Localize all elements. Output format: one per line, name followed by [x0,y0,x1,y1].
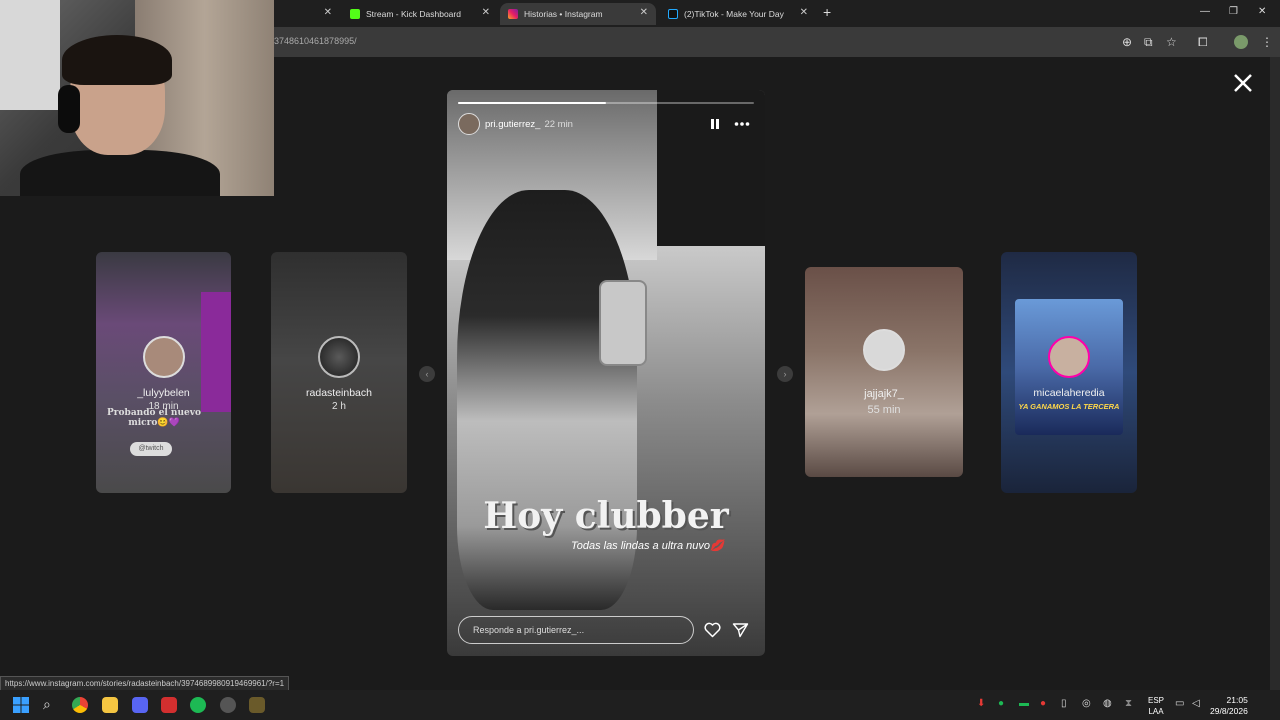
story-card-micaelaheredia[interactable]: micaelaheredia YA GANAMOS LA TERCERA [1001,252,1137,493]
discord-icon[interactable] [132,697,148,713]
story-avatar[interactable] [458,113,480,135]
zoom-icon[interactable]: ⊕ [1122,35,1132,49]
story-time: 2 h [332,401,346,412]
story-card-lulyybelen[interactable]: _lulyybelen 18 min Probando el nuevo mic… [96,252,231,493]
tab-close-icon[interactable]: ✕ [324,7,332,18]
story-overlay-text: Probando el nuevo micro😊💜 [107,408,201,428]
story-username: micaelaheredia [1033,387,1105,399]
game-icon[interactable] [249,697,265,713]
clock-date: 29/8/2026 [1210,706,1248,716]
story-background-tv [657,90,765,246]
instagram-icon [508,9,518,19]
poster-banner-text: YA GANAMOS LA TERCERA [1018,402,1120,411]
clock-time: 21:05 [1226,695,1248,705]
tab-title: (2)TikTok - Make Your Day [684,9,784,19]
search-icon[interactable]: ⌕ [43,696,51,713]
webcam-shirt [20,150,220,196]
next-story-arrow[interactable]: › [777,366,793,382]
restore-button[interactable]: ❐ [1229,6,1238,17]
minimize-button[interactable]: — [1200,6,1210,17]
avatar [1048,336,1090,378]
stories-viewer: _lulyybelen 18 min Probando el nuevo mic… [0,0,1270,690]
volume-icon[interactable]: ◁ [1192,698,1200,709]
story-title-text: Hoy clubber [483,495,729,537]
file-explorer-icon[interactable] [102,697,118,713]
heart-icon[interactable] [704,622,721,638]
story-time: 55 min [867,404,901,416]
main-story[interactable]: pri.gutierrez_ 22 min Hoy clubber Todas l… [447,90,765,656]
send-icon[interactable] [732,622,749,638]
tab-hidden[interactable]: ✕ [274,3,340,25]
windows-start-icon[interactable] [13,697,29,713]
twitch-tag: @twitch [130,442,172,456]
page-scrollbar[interactable] [1270,57,1280,690]
more-options-icon[interactable] [734,118,750,130]
story-progress-bar [458,102,754,104]
webcam-window-bg [0,0,60,110]
steam-tray-icon[interactable]: ◎ [1082,698,1091,709]
spotify-icon[interactable] [190,697,206,713]
bookmark-star-icon[interactable]: ☆ [1166,35,1177,49]
extensions-icon[interactable]: ⧠ [1198,35,1208,50]
pause-icon[interactable] [710,118,720,130]
tiktok-icon [668,9,678,19]
story-phone [599,280,647,366]
window-close-button[interactable]: ✕ [1258,6,1266,17]
avatar [142,336,185,378]
discord-tray-icon[interactable]: ◍ [1103,698,1112,709]
taskbar-clock[interactable]: 21:05 29/8/2026 [1210,695,1248,717]
usb-tray-icon[interactable]: ▯ [1061,698,1067,709]
story-username[interactable]: pri.gutierrez_ [485,119,540,130]
reply-input[interactable]: Responde a pri.gutierrez_... [458,616,694,644]
story-username: jajjajk7_ [864,388,904,400]
spotify-tray-icon[interactable]: ● [998,698,1004,709]
chrome-icon[interactable] [72,697,88,713]
profile-avatar[interactable] [1234,35,1248,49]
webcam-overlay [0,0,274,196]
menu-kebab-icon[interactable]: ⋮ [1261,35,1273,49]
tab-close-icon[interactable]: ✕ [640,7,648,18]
webcam-headset [58,85,80,133]
windows-taskbar: ⌕ ⬇ ● ▬ ● ▯ ◎ ◍ ⧗ ESP LAA ▭ ◁ 21:05 29/8… [0,690,1280,720]
previous-story-arrow[interactable]: ‹ [419,366,435,382]
close-icon[interactable] [1232,72,1254,94]
keyboard-layout: LAA [1148,707,1164,716]
tab-kick[interactable]: Stream - Kick Dashboard ✕ [342,3,498,25]
tab-title: Stream - Kick Dashboard [366,9,461,19]
story-subtitle-text: Todas las lindas a ultra nuvo💋 [571,540,724,552]
avatar [863,329,905,371]
download-icon[interactable]: ⬇ [977,698,985,709]
story-card-radasteinbach[interactable]: radasteinbach 2 h [271,252,407,493]
status-url-bar: https://www.instagram.com/stories/radast… [0,676,290,691]
network-icon[interactable]: ▭ [1175,698,1184,709]
mic-tray-icon[interactable]: ⧗ [1125,698,1132,709]
tab-close-icon[interactable]: ✕ [482,7,490,18]
obs-icon[interactable] [220,697,236,713]
tab-tiktok[interactable]: (2)TikTok - Make Your Day ✕ [660,3,816,25]
story-card-jajjajk7[interactable]: jajjajk7_ 55 min [805,267,963,477]
language-indicator[interactable]: ESP LAA [1148,695,1164,717]
tab-close-icon[interactable]: ✕ [800,7,808,18]
cast-icon[interactable]: ⧉ [1144,35,1153,50]
red-app-icon[interactable] [161,697,177,713]
nvidia-tray-icon[interactable]: ▬ [1019,698,1029,709]
record-tray-icon[interactable]: ● [1040,698,1046,709]
story-username: _lulyybelen [137,387,190,399]
story-progress-fill [458,102,606,104]
story-time: 22 min [544,119,573,130]
url-field[interactable]: 3748610461878995/ [274,36,357,46]
tab-title: Historias • Instagram [524,9,603,19]
tab-instagram[interactable]: Historias • Instagram ✕ [500,3,656,25]
story-header: pri.gutierrez_ 22 min [485,119,573,130]
webcam-hair [62,35,172,85]
language-code: ESP [1148,696,1165,705]
kick-icon [350,9,360,19]
avatar [318,336,360,378]
new-tab-button[interactable]: + [823,4,831,20]
story-username: radasteinbach [306,387,372,399]
